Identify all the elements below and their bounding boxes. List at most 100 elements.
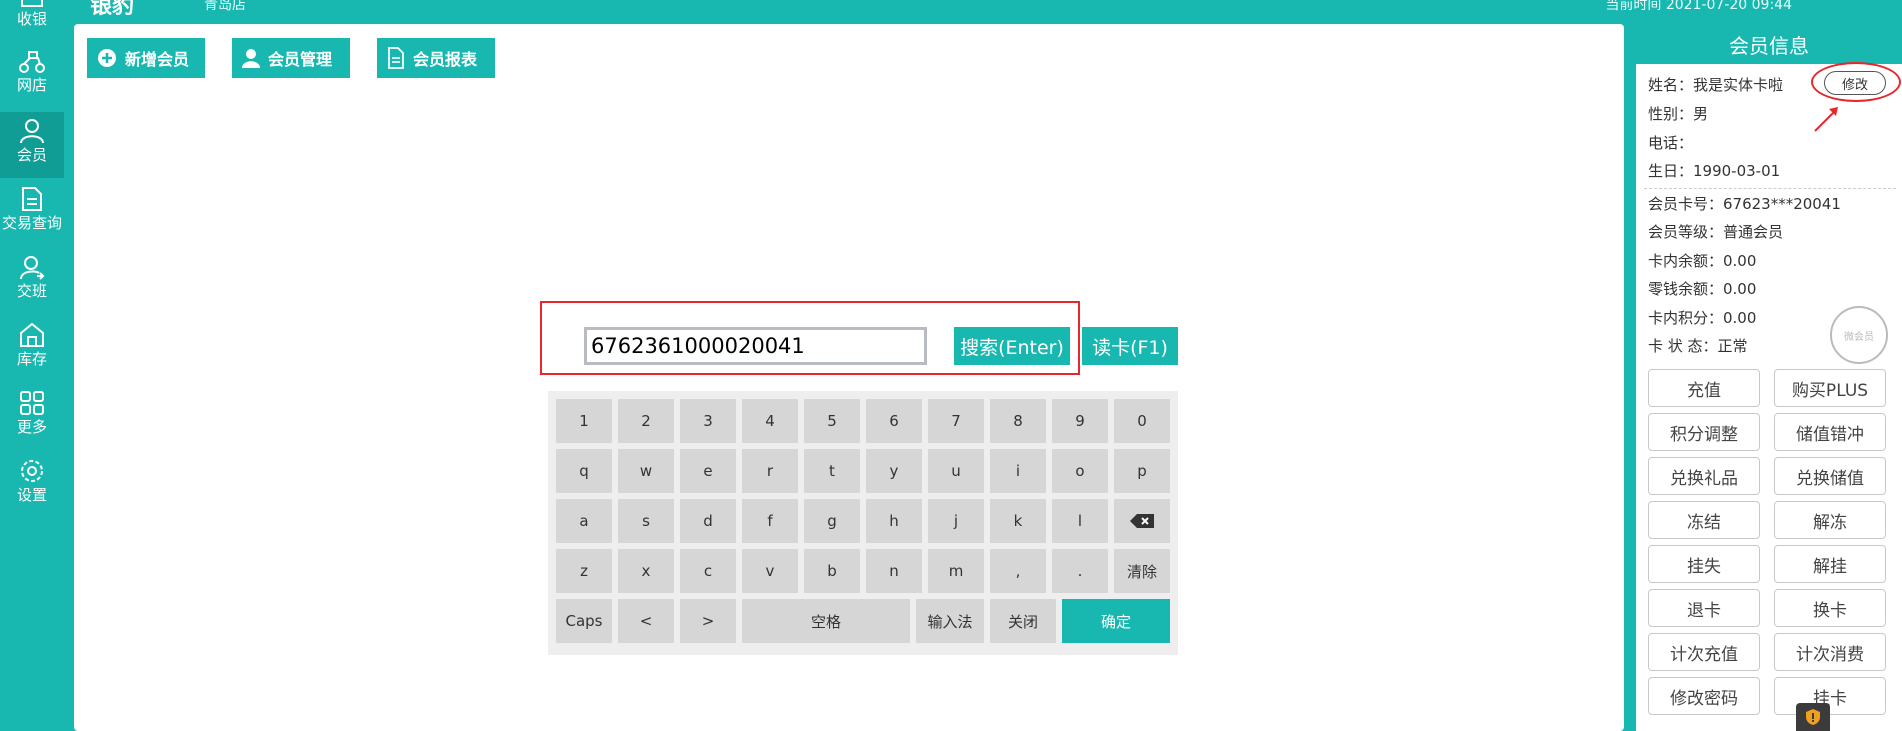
key-x[interactable]: x (618, 549, 674, 593)
sidebar-item-more[interactable]: 更多 (0, 384, 64, 450)
key-i[interactable]: i (990, 449, 1046, 493)
recharge-button[interactable]: 充值 (1648, 369, 1760, 407)
key-2[interactable]: 2 (618, 399, 674, 443)
sidebar-item-online-store[interactable]: 网店 (0, 44, 64, 110)
key-h[interactable]: h (866, 499, 922, 543)
redeem-gift-button[interactable]: 兑换礼品 (1648, 457, 1760, 495)
cursor-left-key[interactable]: < (618, 599, 674, 643)
change-password-button[interactable]: 修改密码 (1648, 677, 1760, 715)
key-r[interactable]: r (742, 449, 798, 493)
sidebar-item-inventory[interactable]: 库存 (0, 316, 64, 382)
key-z[interactable]: z (556, 549, 612, 593)
member-phone: 电话： (1648, 134, 1694, 152)
app-logo: 银豹 (90, 0, 135, 16)
space-key[interactable]: 空格 (742, 599, 910, 643)
member-report-button[interactable]: 会员报表 (377, 38, 495, 78)
card-search-input[interactable] (584, 327, 927, 365)
clear-key[interactable]: 清除 (1114, 549, 1170, 593)
key-j[interactable]: j (928, 499, 984, 543)
close-keyboard-key[interactable]: 关闭 (990, 599, 1056, 643)
key-u[interactable]: u (928, 449, 984, 493)
member-manage-label: 会员管理 (268, 50, 333, 69)
key-comma[interactable]: , (990, 549, 1046, 593)
count-consume-button[interactable]: 计次消费 (1774, 633, 1886, 671)
member-panel-title: 会员信息 (1636, 24, 1902, 64)
key-1[interactable]: 1 (556, 399, 612, 443)
key-d[interactable]: d (680, 499, 736, 543)
key-e[interactable]: e (680, 449, 736, 493)
key-q[interactable]: q (556, 449, 612, 493)
key-o[interactable]: o (1052, 449, 1108, 493)
backspace-key[interactable] (1114, 499, 1170, 543)
key-5[interactable]: 5 (804, 399, 860, 443)
sidebar-item-transactions[interactable]: 交易查询 (0, 180, 64, 246)
read-card-button[interactable]: 读卡(F1) (1082, 327, 1178, 365)
member-level: 会员等级：普通会员 (1648, 223, 1784, 241)
key-m[interactable]: m (928, 549, 984, 593)
search-button[interactable]: 搜索(Enter) (954, 327, 1070, 365)
sidebar-item-cashier[interactable]: 收银 (0, 0, 64, 44)
replace-card-button[interactable]: 换卡 (1774, 589, 1886, 627)
member-manage-button[interactable]: 会员管理 (232, 38, 350, 78)
grid-icon (20, 391, 44, 415)
sidebar-item-label: 设置 (16, 486, 47, 504)
key-t[interactable]: t (804, 449, 860, 493)
key-9[interactable]: 9 (1052, 399, 1108, 443)
key-c[interactable]: c (680, 549, 736, 593)
top-bar: 银豹 青岛店 当前时间 2021-07-20 09:44 (64, 0, 1902, 16)
card-status: 卡 状 态：正常 (1648, 337, 1748, 355)
key-w[interactable]: w (618, 449, 674, 493)
sidebar-item-settings[interactable]: 设置 (0, 452, 64, 518)
cash-register-icon (21, 0, 43, 7)
backspace-icon (1130, 514, 1154, 528)
main-panel: 新增会员 会员管理 会员报表 搜索(Enter) 读卡(F1) 1 2 3 4 … (74, 24, 1624, 731)
key-v[interactable]: v (742, 549, 798, 593)
change-balance: 零钱余额：0.00 (1648, 280, 1757, 298)
redeem-stored-value-button[interactable]: 兑换储值 (1774, 457, 1886, 495)
return-card-button[interactable]: 退卡 (1648, 589, 1760, 627)
key-8[interactable]: 8 (990, 399, 1046, 443)
key-4[interactable]: 4 (742, 399, 798, 443)
unfreeze-button[interactable]: 解冻 (1774, 501, 1886, 539)
key-n[interactable]: n (866, 549, 922, 593)
key-3[interactable]: 3 (680, 399, 736, 443)
count-recharge-button[interactable]: 计次充值 (1648, 633, 1760, 671)
freeze-button[interactable]: 冻结 (1648, 501, 1760, 539)
key-6[interactable]: 6 (866, 399, 922, 443)
sidebar-item-handover[interactable]: 交班 (0, 248, 64, 314)
stored-value-correction-button[interactable]: 储值错冲 (1774, 413, 1886, 451)
points-adjust-button[interactable]: 积分调整 (1648, 413, 1760, 451)
member-name: 姓名：我是实体卡啦 (1648, 76, 1784, 94)
shield-icon[interactable] (1796, 703, 1830, 731)
cursor-right-key[interactable]: > (680, 599, 736, 643)
add-member-button[interactable]: 新增会员 (87, 38, 205, 78)
key-k[interactable]: k (990, 499, 1046, 543)
input-method-key[interactable]: 输入法 (916, 599, 984, 643)
hang-card-button[interactable]: 挂卡 (1774, 677, 1886, 715)
report-loss-button[interactable]: 挂失 (1648, 545, 1760, 583)
sidebar-item-label: 更多 (16, 418, 47, 436)
document-icon (22, 187, 42, 211)
key-7[interactable]: 7 (928, 399, 984, 443)
key-a[interactable]: a (556, 499, 612, 543)
confirm-key[interactable]: 确定 (1062, 599, 1170, 643)
key-0[interactable]: 0 (1114, 399, 1170, 443)
key-s[interactable]: s (618, 499, 674, 543)
key-l[interactable]: l (1052, 499, 1108, 543)
sidebar-item-label: 交班 (16, 282, 47, 300)
key-f[interactable]: f (742, 499, 798, 543)
buy-plus-button[interactable]: 购买PLUS (1774, 369, 1886, 407)
document-icon (388, 47, 404, 69)
key-p[interactable]: p (1114, 449, 1170, 493)
key-y[interactable]: y (866, 449, 922, 493)
key-g[interactable]: g (804, 499, 860, 543)
cancel-loss-button[interactable]: 解挂 (1774, 545, 1886, 583)
plus-circle-icon (98, 49, 116, 67)
edit-member-button[interactable]: 修改 (1824, 71, 1886, 95)
member-gender: 性别：男 (1648, 105, 1709, 123)
key-b[interactable]: b (804, 549, 860, 593)
caps-key[interactable]: Caps (556, 599, 612, 643)
sidebar-item-member[interactable]: 会员 (0, 112, 64, 178)
member-report-label: 会员报表 (413, 50, 478, 69)
key-period[interactable]: . (1052, 549, 1108, 593)
